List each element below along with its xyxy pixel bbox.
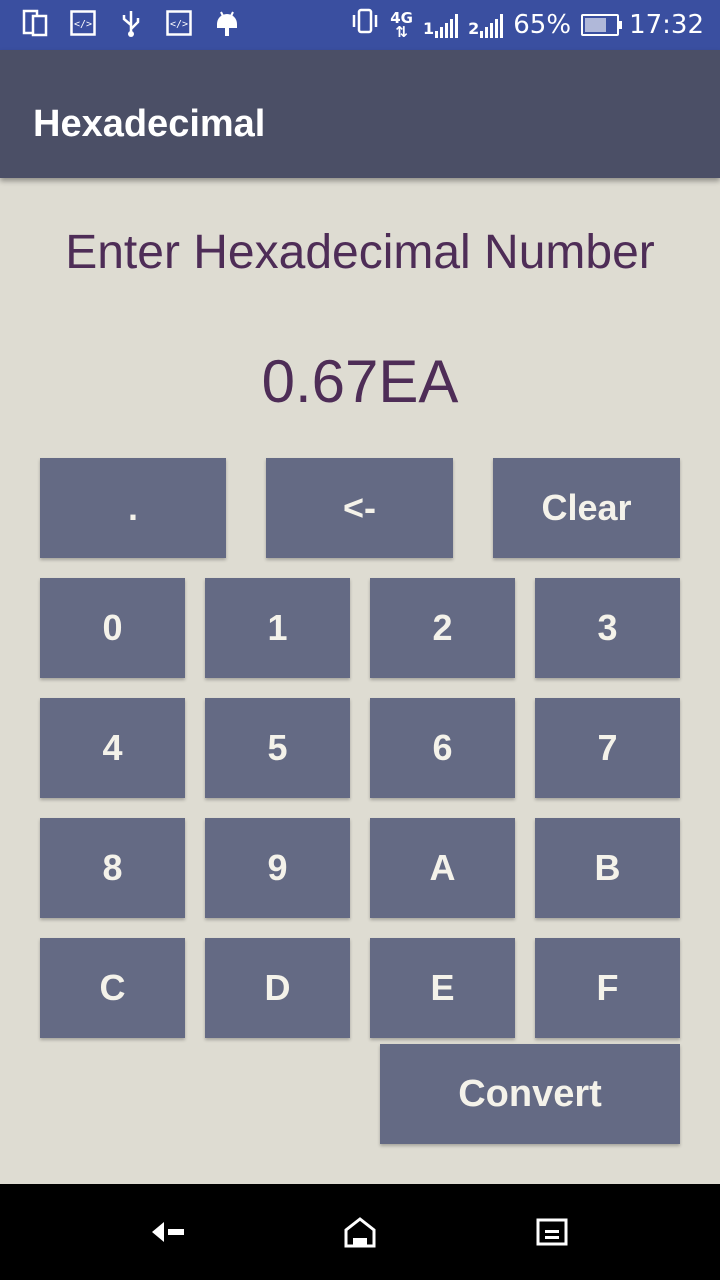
svg-text:</>: </>: [74, 19, 92, 30]
home-icon[interactable]: [330, 1204, 390, 1260]
decimal-point-button[interactable]: .: [40, 458, 226, 558]
page-title: Hexadecimal: [33, 103, 266, 145]
clock: 17:32: [629, 9, 704, 40]
signal-icon-2: 2: [468, 12, 504, 38]
signal-icon-1: 1: [422, 12, 459, 38]
number-display: 0.67EA: [261, 348, 459, 415]
signal-label-2: 2: [468, 18, 480, 38]
digit-button-c[interactable]: C: [40, 938, 185, 1038]
code-icon: </>: [164, 8, 194, 38]
convert-button[interactable]: Convert: [380, 1044, 680, 1144]
android-icon: [212, 8, 242, 38]
usb-icon: [116, 8, 146, 38]
digit-button-4[interactable]: 4: [40, 698, 185, 798]
network-type-icon: 4G ⇅: [390, 8, 413, 41]
signal-label-1: 1: [422, 18, 435, 38]
app-toolbar: Hexadecimal: [0, 50, 720, 178]
digit-button-f[interactable]: F: [535, 938, 680, 1038]
input-prompt: Enter Hexadecimal Number: [65, 226, 655, 279]
battery-icon: [581, 13, 623, 36]
digit-button-a[interactable]: A: [370, 818, 515, 918]
status-bar: </> </> 4G ⇅ 1 2 65% 17:32: [0, 0, 720, 50]
digit-button-9[interactable]: 9: [205, 818, 350, 918]
navigation-bar: [0, 1184, 720, 1280]
code-icon: </>: [68, 8, 98, 38]
back-icon[interactable]: [138, 1204, 198, 1260]
backspace-button[interactable]: <-: [266, 458, 453, 558]
digit-button-6[interactable]: 6: [370, 698, 515, 798]
vibrate-icon: [350, 8, 380, 41]
digit-button-0[interactable]: 0: [40, 578, 185, 678]
clear-button[interactable]: Clear: [493, 458, 680, 558]
status-indicators: 4G ⇅ 1 2 65% 17:32: [350, 8, 704, 41]
network-type-label: 4G: [390, 8, 413, 27]
digit-button-3[interactable]: 3: [535, 578, 680, 678]
digit-button-5[interactable]: 5: [205, 698, 350, 798]
recents-icon[interactable]: [522, 1204, 582, 1260]
notification-icons: </> </>: [20, 8, 242, 38]
digit-button-7[interactable]: 7: [535, 698, 680, 798]
digit-button-1[interactable]: 1: [205, 578, 350, 678]
digit-button-e[interactable]: E: [370, 938, 515, 1038]
screen-icon: [20, 8, 50, 38]
digit-button-2[interactable]: 2: [370, 578, 515, 678]
digit-button-d[interactable]: D: [205, 938, 350, 1038]
battery-percent: 65%: [513, 9, 572, 40]
digit-button-b[interactable]: B: [535, 818, 680, 918]
digit-button-8[interactable]: 8: [40, 818, 185, 918]
svg-text:</>: </>: [170, 19, 188, 30]
